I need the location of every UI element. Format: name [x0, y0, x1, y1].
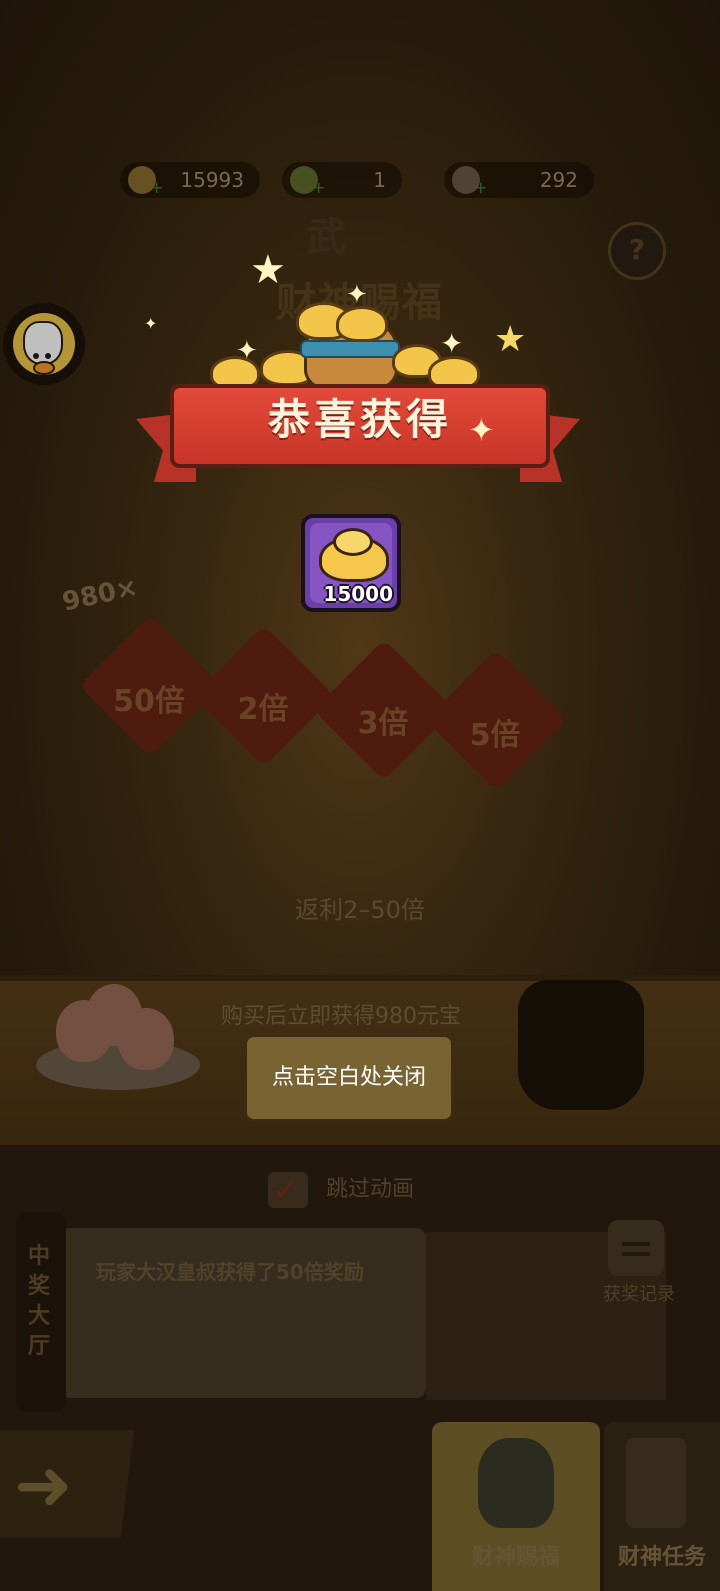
bag-ribbon: [300, 340, 400, 358]
sparkle-icon: ✦: [440, 327, 464, 360]
sparkle-icon: ✦: [346, 280, 368, 310]
dim-overlay[interactable]: [0, 0, 720, 1591]
reward-quantity: 15000: [323, 582, 393, 606]
game-screen: + 15993 + 1 + 292 ? 武 财神赐福 980× 50倍 2倍 3…: [0, 0, 720, 1591]
close-hint-button[interactable]: 点击空白处关闭: [244, 1034, 454, 1122]
sparkle-icon: ✦: [236, 336, 258, 366]
ingot-top: [333, 528, 373, 556]
star-icon: ★: [494, 319, 527, 360]
reward-item[interactable]: 15000: [301, 514, 401, 612]
sparkle-icon: ★: [250, 247, 286, 293]
sparkle-icon: ✦: [468, 411, 495, 449]
gold-ingot-icon: [336, 306, 388, 342]
sparkle-icon: ✦: [144, 314, 158, 333]
